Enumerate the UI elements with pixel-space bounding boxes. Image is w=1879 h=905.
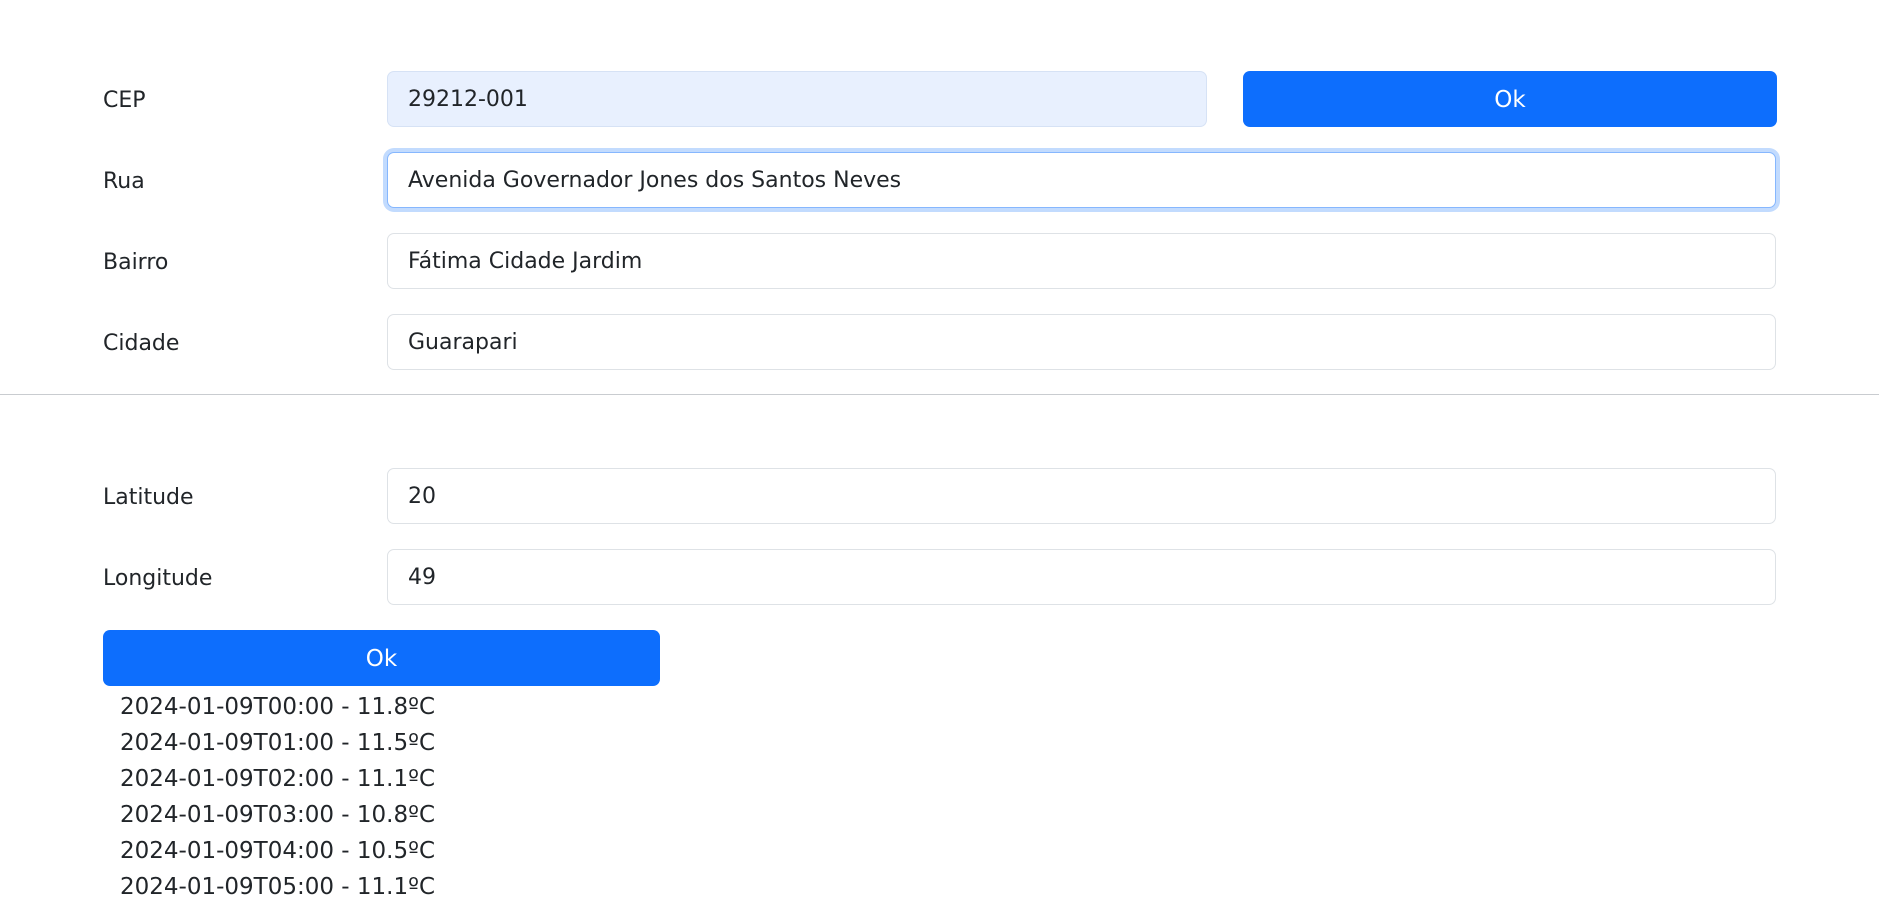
forecast-list: 2024-01-09T00:00 - 11.8ºC 2024-01-09T01:…: [120, 689, 435, 905]
rua-label: Rua: [103, 169, 145, 194]
longitude-label: Longitude: [103, 566, 213, 591]
forecast-item: 2024-01-09T02:00 - 11.1ºC: [120, 766, 436, 792]
rua-input[interactable]: [387, 152, 1776, 208]
cep-ok-button[interactable]: Ok: [1243, 71, 1777, 127]
bairro-input[interactable]: [387, 233, 1776, 289]
cep-input[interactable]: [387, 71, 1207, 127]
latitude-label: Latitude: [103, 485, 194, 510]
section-divider: [0, 394, 1879, 395]
latitude-input[interactable]: [387, 468, 1776, 524]
cidade-label: Cidade: [103, 331, 180, 356]
bairro-label: Bairro: [103, 250, 169, 275]
forecast-item: 2024-01-09T01:00 - 11.5ºC: [120, 730, 436, 756]
forecast-item: 2024-01-09T04:00 - 10.5ºC: [120, 838, 436, 864]
forecast-item: 2024-01-09T05:00 - 11.1ºC: [120, 874, 436, 900]
forecast-item: 2024-01-09T00:00 - 11.8ºC: [120, 694, 436, 720]
cep-label: CEP: [103, 88, 146, 113]
cidade-input[interactable]: [387, 314, 1776, 370]
longitude-input[interactable]: [387, 549, 1776, 605]
coordinates-ok-button[interactable]: Ok: [103, 630, 660, 686]
forecast-item: 2024-01-09T03:00 - 10.8ºC: [120, 802, 436, 828]
